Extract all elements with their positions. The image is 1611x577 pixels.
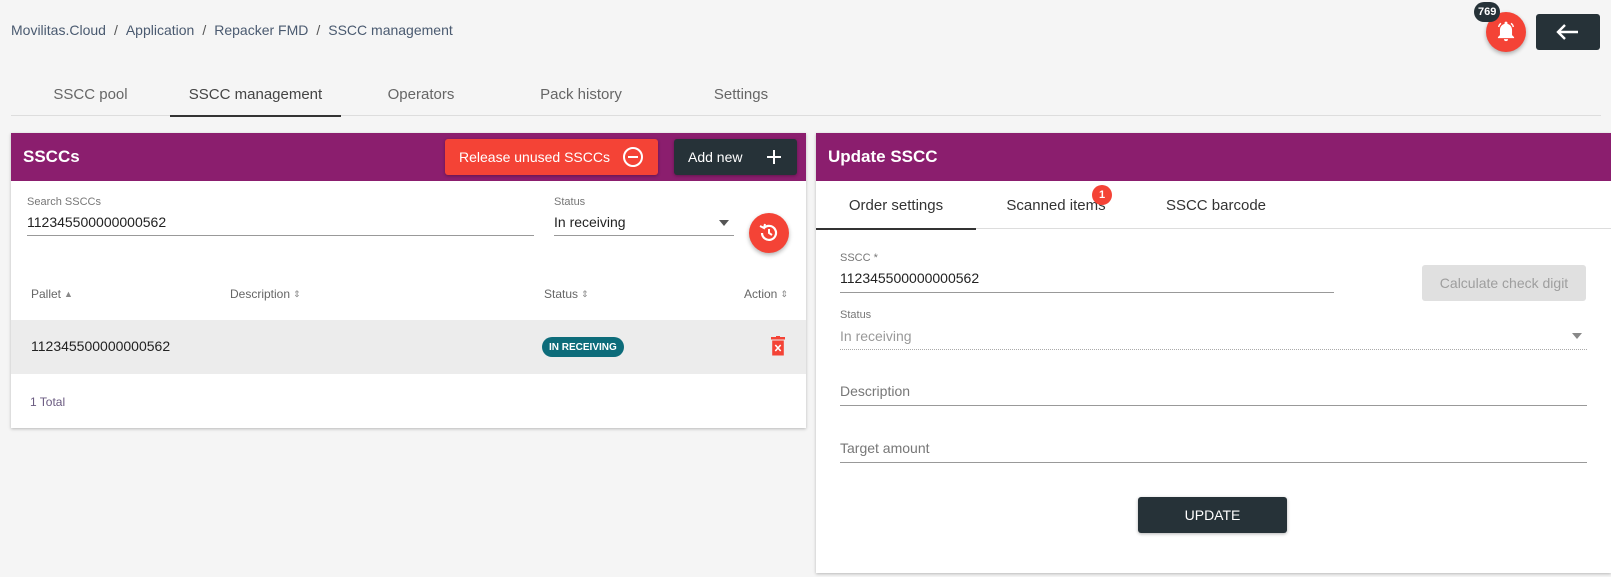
tab-sscc-pool[interactable]: SSCC pool xyxy=(11,72,170,116)
minus-circle-icon xyxy=(623,147,643,167)
add-new-button[interactable]: Add new xyxy=(674,139,797,175)
breadcrumb-separator: / xyxy=(316,22,321,38)
calculate-check-digit-button[interactable]: Calculate check digit xyxy=(1422,265,1586,301)
column-label: Status xyxy=(544,287,579,301)
breadcrumb-item[interactable]: Repacker FMD xyxy=(214,22,308,38)
button-label: Add new xyxy=(688,149,743,165)
breadcrumb-separator: / xyxy=(202,22,207,38)
tab-operators[interactable]: Operators xyxy=(341,72,501,116)
table-row[interactable]: 112345500000000562 IN RECEIVING xyxy=(11,320,806,374)
button-label: Release unused SSCCs xyxy=(459,149,610,165)
search-input[interactable]: 112345500000000562 xyxy=(27,214,166,230)
sort-icon: ⇕ xyxy=(293,288,301,299)
sort-icon: ⇕ xyxy=(581,288,589,299)
sscc-label: SSCC * xyxy=(840,252,878,264)
update-button[interactable]: UPDATE xyxy=(1138,497,1287,533)
reset-history-button[interactable] xyxy=(749,213,789,253)
target-amount-underline xyxy=(840,462,1587,463)
column-header-description[interactable]: Description ⇕ xyxy=(230,287,301,301)
column-label: Description xyxy=(230,287,291,301)
notification-count-badge: 769 xyxy=(1474,2,1501,22)
panel-title: SSCCs xyxy=(23,147,80,166)
status-underline xyxy=(840,349,1587,350)
breadcrumb-separator: / xyxy=(113,22,118,38)
update-sscc-panel-header: Update SSCC xyxy=(816,133,1611,181)
status-badge: IN RECEIVING xyxy=(542,337,624,357)
sscc-input[interactable]: 112345500000000562 xyxy=(840,270,979,286)
arrow-left-icon xyxy=(1556,24,1578,40)
panel-title: Update SSCC xyxy=(828,147,938,166)
tab-sscc-barcode[interactable]: SSCC barcode xyxy=(1136,181,1296,229)
column-header-status[interactable]: Status ⇕ xyxy=(544,287,589,301)
description-underline xyxy=(840,405,1587,406)
search-underline xyxy=(27,235,534,236)
breadcrumb-item[interactable]: Application xyxy=(126,22,195,38)
breadcrumb: Movilitas.Cloud / Application / Repacker… xyxy=(11,22,453,38)
tab-pack-history[interactable]: Pack history xyxy=(501,72,661,116)
tab-sscc-management[interactable]: SSCC management xyxy=(170,72,341,117)
tab-scanned-items[interactable]: Scanned items xyxy=(976,181,1136,229)
update-sscc-tabs: Order settings Scanned items SSCC barcod… xyxy=(816,181,1611,230)
history-icon xyxy=(759,223,778,241)
ssccs-panel-header: SSCCs Release unused SSCCs Add new xyxy=(11,133,806,181)
release-unused-ssccs-button[interactable]: Release unused SSCCs xyxy=(445,139,658,175)
column-header-pallet[interactable]: Pallet ▲ xyxy=(31,287,73,301)
main-tabs: SSCC pool SSCC management Operators Pack… xyxy=(11,72,1601,117)
back-button[interactable] xyxy=(1536,14,1600,50)
status-filter-label: Status xyxy=(554,196,586,208)
column-label: Action xyxy=(744,287,778,301)
chevron-down-icon[interactable] xyxy=(1572,333,1582,339)
delete-icon[interactable] xyxy=(771,336,785,356)
target-amount-field[interactable]: Target amount xyxy=(840,440,930,456)
sort-ascending-icon: ▲ xyxy=(64,288,73,299)
status-select[interactable]: In receiving xyxy=(840,328,912,344)
pallet-cell: 112345500000000562 xyxy=(31,338,171,354)
plus-icon xyxy=(767,150,781,164)
column-label: Pallet xyxy=(31,287,62,301)
breadcrumb-item-current: SSCC management xyxy=(328,22,453,38)
sort-icon: ⇕ xyxy=(780,288,788,299)
status-filter-select[interactable]: In receiving xyxy=(554,214,626,230)
status-label: Status xyxy=(840,309,872,321)
ssccs-panel: SSCCs Release unused SSCCs Add new xyxy=(11,133,806,428)
tab-settings[interactable]: Settings xyxy=(661,72,821,116)
breadcrumb-item[interactable]: Movilitas.Cloud xyxy=(11,22,106,38)
bell-icon xyxy=(1497,21,1515,42)
status-filter-underline xyxy=(554,235,734,236)
chevron-down-icon[interactable] xyxy=(719,220,729,226)
column-header-action[interactable]: Action ⇕ xyxy=(744,287,788,301)
table-total: 1 Total xyxy=(30,395,66,409)
scanned-items-count-badge: 1 xyxy=(1092,185,1112,205)
search-label: Search SSCCs xyxy=(27,196,101,208)
sscc-underline xyxy=(840,292,1334,293)
tab-order-settings[interactable]: Order settings xyxy=(816,181,976,230)
description-field[interactable]: Description xyxy=(840,383,910,399)
